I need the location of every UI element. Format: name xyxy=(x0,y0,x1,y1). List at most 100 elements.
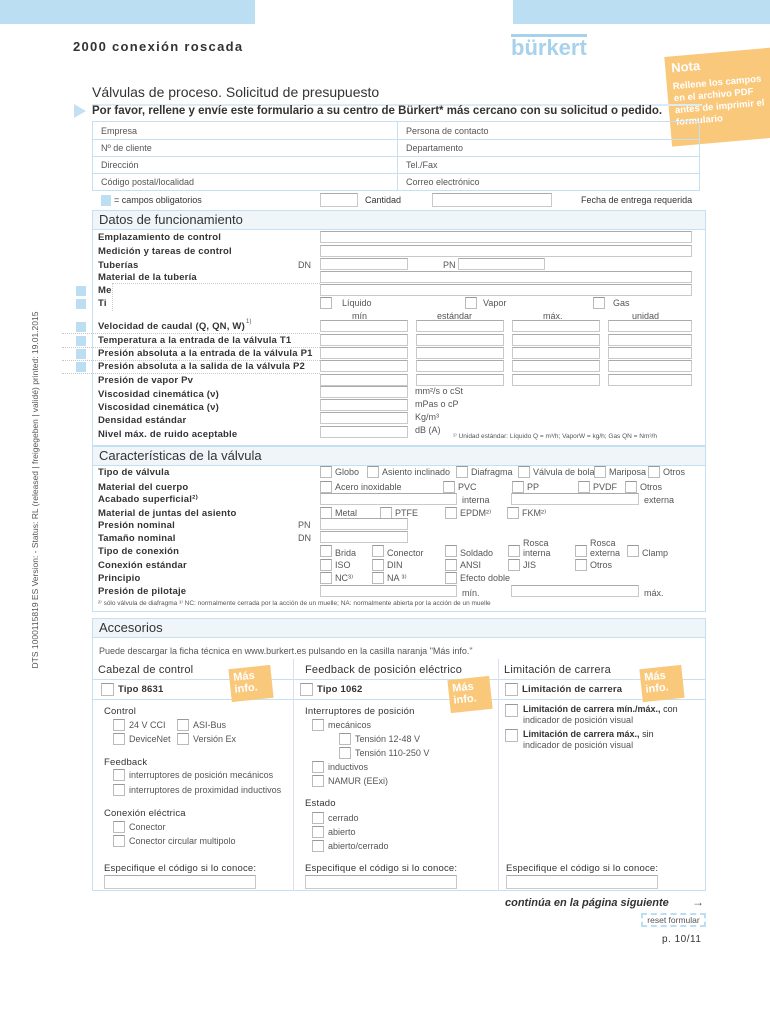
density-input[interactable] xyxy=(320,412,408,424)
finish-internal-input[interactable] xyxy=(320,493,457,505)
option-checkbox[interactable] xyxy=(113,784,125,796)
value-input[interactable] xyxy=(608,360,692,372)
pipe-pn-input[interactable] xyxy=(458,258,545,270)
value-input[interactable] xyxy=(320,320,408,332)
pilot-min-input[interactable] xyxy=(320,585,457,597)
option-checkbox[interactable] xyxy=(445,545,457,557)
type-8631-checkbox[interactable] xyxy=(101,683,114,696)
option-checkbox[interactable] xyxy=(578,481,590,493)
option-checkbox[interactable] xyxy=(312,761,324,773)
value-input[interactable] xyxy=(512,320,600,332)
delivery-date-input[interactable] xyxy=(432,193,552,207)
option-checkbox[interactable] xyxy=(372,559,384,571)
option-checkbox[interactable] xyxy=(445,559,457,571)
option-checkbox[interactable] xyxy=(367,466,379,478)
value-input[interactable] xyxy=(416,320,504,332)
quantity-input[interactable] xyxy=(320,193,358,207)
code-input[interactable] xyxy=(305,875,457,889)
pipe-material-input[interactable] xyxy=(320,271,692,283)
option-checkbox[interactable] xyxy=(312,719,324,731)
option-checkbox[interactable] xyxy=(320,466,332,478)
value-input[interactable] xyxy=(512,374,600,386)
value-input[interactable] xyxy=(416,374,504,386)
option-checkbox[interactable] xyxy=(505,729,518,742)
value-input[interactable] xyxy=(320,374,408,386)
option-checkbox[interactable] xyxy=(312,812,324,824)
value-input[interactable] xyxy=(608,347,692,359)
option-checkbox[interactable] xyxy=(512,481,524,493)
value-input[interactable] xyxy=(320,334,408,346)
more-info-button[interactable]: Más info. xyxy=(447,675,493,714)
option-checkbox[interactable] xyxy=(505,704,518,717)
option-checkbox[interactable] xyxy=(445,507,457,519)
more-info-button[interactable]: Más info. xyxy=(639,664,685,703)
field-address[interactable]: Dirección xyxy=(101,160,139,170)
option-checkbox[interactable] xyxy=(320,572,332,584)
value-input[interactable] xyxy=(416,360,504,372)
option-checkbox[interactable] xyxy=(575,559,587,571)
option-checkbox[interactable] xyxy=(508,545,520,557)
field-postcode[interactable]: Código postal/localidad xyxy=(101,177,194,187)
option-checkbox[interactable] xyxy=(113,769,125,781)
field-company[interactable]: Empresa xyxy=(101,126,137,136)
field-email[interactable]: Correo electrónico xyxy=(406,177,480,187)
field-customer-no[interactable]: Nº de cliente xyxy=(101,143,152,153)
option-checkbox[interactable] xyxy=(320,481,332,493)
stroke-limit-checkbox[interactable] xyxy=(505,683,518,696)
option-checkbox[interactable] xyxy=(518,466,530,478)
field-contact-person[interactable]: Persona de contacto xyxy=(406,126,489,136)
option-checkbox[interactable] xyxy=(445,572,457,584)
option-checkbox[interactable] xyxy=(320,559,332,571)
option-checkbox[interactable] xyxy=(177,733,189,745)
value-input[interactable] xyxy=(512,347,600,359)
code-input[interactable] xyxy=(506,875,658,889)
viscosity-input[interactable] xyxy=(320,386,408,398)
option-checkbox[interactable] xyxy=(648,466,660,478)
option-checkbox[interactable] xyxy=(312,775,324,787)
value-input[interactable] xyxy=(512,334,600,346)
option-checkbox[interactable] xyxy=(627,545,639,557)
gas-checkbox[interactable] xyxy=(593,297,605,309)
medium-input[interactable] xyxy=(320,284,692,296)
vapor-checkbox[interactable] xyxy=(465,297,477,309)
option-checkbox[interactable] xyxy=(507,507,519,519)
option-checkbox[interactable] xyxy=(339,747,351,759)
more-info-button[interactable]: Más info. xyxy=(228,664,274,703)
measurement-input[interactable] xyxy=(320,245,692,257)
liquid-checkbox[interactable] xyxy=(320,297,332,309)
finish-external-input[interactable] xyxy=(511,493,639,505)
field-phone-fax[interactable]: Tel./Fax xyxy=(406,160,438,170)
option-checkbox[interactable] xyxy=(625,481,637,493)
value-input[interactable] xyxy=(416,334,504,346)
code-input[interactable] xyxy=(104,875,256,889)
value-input[interactable] xyxy=(608,374,692,386)
option-checkbox[interactable] xyxy=(113,821,125,833)
pipe-dn-input[interactable] xyxy=(320,258,408,270)
value-input[interactable] xyxy=(320,347,408,359)
reset-form-button[interactable]: reset formular xyxy=(641,913,706,927)
option-checkbox[interactable] xyxy=(177,719,189,731)
value-input[interactable] xyxy=(512,360,600,372)
option-checkbox[interactable] xyxy=(320,545,332,557)
option-checkbox[interactable] xyxy=(312,840,324,852)
nominal-size-input[interactable] xyxy=(320,531,408,543)
field-department[interactable]: Departamento xyxy=(406,143,463,153)
value-input[interactable] xyxy=(608,334,692,346)
value-input[interactable] xyxy=(320,360,408,372)
noise-input[interactable] xyxy=(320,426,408,438)
nominal-pressure-input[interactable] xyxy=(320,518,408,530)
option-checkbox[interactable] xyxy=(113,733,125,745)
option-checkbox[interactable] xyxy=(575,545,587,557)
option-checkbox[interactable] xyxy=(113,835,125,847)
type-1062-checkbox[interactable] xyxy=(300,683,313,696)
option-checkbox[interactable] xyxy=(372,545,384,557)
option-checkbox[interactable] xyxy=(372,572,384,584)
viscosity-dyn-input[interactable] xyxy=(320,399,408,411)
option-checkbox[interactable] xyxy=(456,466,468,478)
option-checkbox[interactable] xyxy=(312,826,324,838)
option-checkbox[interactable] xyxy=(508,559,520,571)
control-location-input[interactable] xyxy=(320,231,692,243)
option-checkbox[interactable] xyxy=(113,719,125,731)
option-checkbox[interactable] xyxy=(443,481,455,493)
pilot-max-input[interactable] xyxy=(511,585,639,597)
